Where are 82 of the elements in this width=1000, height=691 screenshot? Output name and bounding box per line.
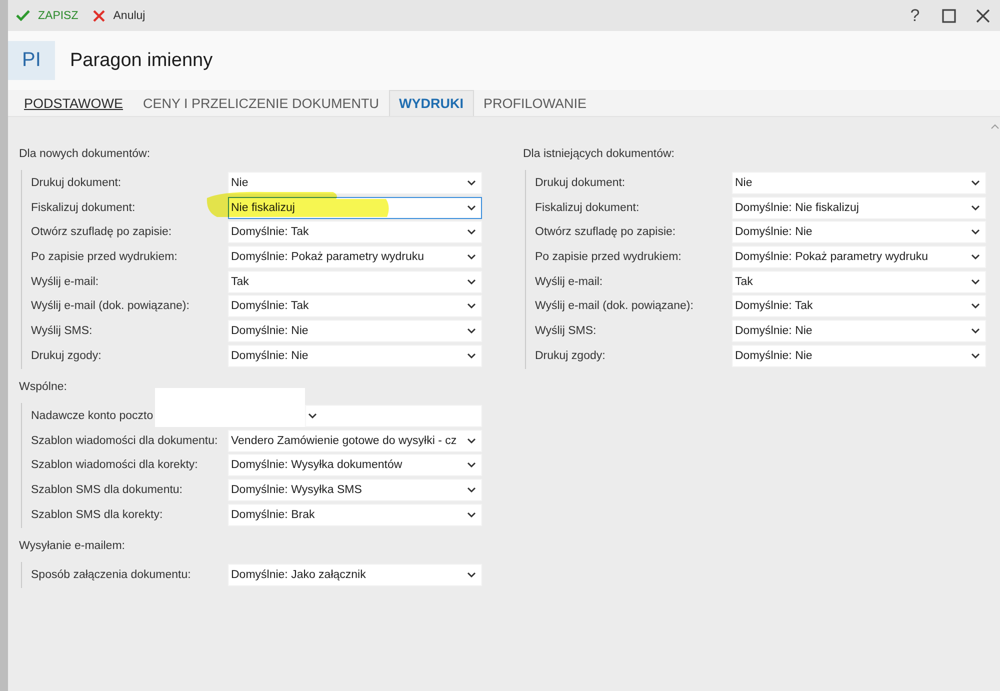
chevron-down-icon [467, 352, 476, 359]
chevron-down-icon [971, 278, 980, 285]
field-label: Po zapisie przed wydrukiem: [31, 251, 178, 264]
help-button[interactable]: ? [898, 2, 932, 28]
field-label: Wyślij e-mail (dok. powiązane): [31, 300, 190, 312]
dropdown-field[interactable]: Tak [732, 270, 986, 293]
section-title: Wysyłanie e-mailem: [19, 538, 126, 553]
tab[interactable]: CENY I PRZELICZENIE DOKUMENTU [133, 90, 390, 116]
field-label: Wyślij e-mail: [31, 276, 99, 288]
chevron-down-icon [308, 412, 317, 419]
dropdown-field[interactable]: Domyślnie: Tak [228, 295, 482, 318]
dropdown-field[interactable]: Domyślnie: Wysyłka dokumentów [228, 454, 482, 476]
chevron-down-icon [467, 328, 476, 334]
dropdown-field[interactable]: Tak [228, 270, 482, 293]
field-label: Szablon wiadomości dla dokumentu: [31, 434, 218, 446]
chevron-down-icon [971, 180, 980, 186]
field-label: Otwórz szufladę po zapisie: [535, 226, 676, 238]
dropdown-field[interactable]: Domyślnie: Wysyłka SMS [228, 478, 482, 501]
dropdown-field[interactable]: Domyślnie: Pokaż parametry wydruku [732, 246, 986, 268]
field-label: Po zapisie przed wydrukiem: [535, 251, 682, 264]
chevron-down-icon [467, 462, 476, 468]
field-label: Wyślij SMS: [31, 325, 92, 338]
field-label: Drukuj zgody: [535, 350, 606, 362]
field-label: Wyślij e-mail (dok. powiązane): [535, 300, 694, 312]
dropdown-field[interactable]: Domyślnie: Jako załącznik [228, 564, 482, 586]
chevron-down-icon [467, 180, 476, 186]
chevron-down-icon [971, 303, 980, 310]
field-label: Szablon SMS dla dokumentu: [31, 484, 183, 496]
dropdown-field[interactable]: Domyślnie: Nie [732, 320, 986, 342]
chevron-down-icon [467, 254, 476, 260]
tab[interactable]: WYDRUKI [389, 90, 474, 116]
chevron-down-icon [467, 303, 476, 310]
dropdown-field[interactable]: Nie [732, 172, 986, 194]
field-label: Wyślij e-mail: [535, 276, 603, 288]
tab[interactable]: PROFILOWANIE [474, 90, 597, 116]
tab[interactable]: PODSTAWOWE [14, 90, 133, 116]
dropdown-field[interactable]: Domyślnie: Nie [228, 320, 482, 342]
dropdown-field[interactable]: Domyślnie: Nie [732, 221, 986, 244]
chevron-down-icon [467, 204, 476, 211]
chevron-down-icon [971, 229, 980, 236]
close-icon [976, 8, 990, 22]
field-label: Sposób załączenia dokumentu: [31, 568, 191, 581]
field-label: Drukuj zgody: [31, 350, 102, 362]
chevron-down-icon [467, 278, 476, 285]
dropdown-field[interactable]: Domyślnie: Brak [228, 504, 482, 526]
field-label: Otwórz szufladę po zapisie: [31, 226, 172, 238]
chevron-down-icon [467, 229, 476, 236]
dropdown-field[interactable]: Vendero Zamówienie gotowe do wysyłki - cz [228, 430, 482, 452]
field-label: Fiskalizuj dokument: [31, 202, 136, 214]
maximize-icon [942, 8, 956, 22]
dropdown-field[interactable] [305, 404, 482, 427]
dropdown-field[interactable]: Domyślnie: Nie [732, 344, 986, 367]
check-icon [16, 10, 30, 21]
dropdown-field[interactable]: Domyślnie: Tak [228, 221, 482, 244]
chevron-down-icon [971, 254, 980, 260]
dropdown-field[interactable]: Domyślnie: Pokaż parametry wydruku [228, 246, 482, 268]
field-label: Nadawcze konto poczto [31, 410, 154, 422]
field-label: Drukuj dokument: [31, 177, 122, 189]
field-label: Wyślij SMS: [535, 325, 596, 338]
section-title: Wspólne: [19, 380, 68, 394]
dropdown-field[interactable]: Domyślnie: Tak [732, 295, 986, 318]
field-label: Drukuj dokument: [535, 177, 626, 189]
field-label: Szablon wiadomości dla korekty: [31, 459, 198, 472]
chevron-down-icon [971, 204, 980, 211]
dropdown-field[interactable]: Nie [228, 172, 482, 194]
chevron-down-icon [467, 572, 476, 578]
cancel-button[interactable]: Anuluj [92, 4, 154, 28]
chevron-down-icon [467, 512, 476, 518]
document-type-badge: PI [8, 41, 55, 80]
dropdown-field[interactable]: Domyślnie: Nie [228, 344, 482, 367]
document-title: Paragon imienny [70, 50, 213, 72]
chevron-down-icon [467, 486, 476, 493]
field-label: Fiskalizuj dokument: [535, 202, 640, 214]
chevron-down-icon [467, 438, 476, 444]
chevron-down-icon [971, 328, 980, 334]
chevron-down-icon [971, 352, 980, 359]
close-icon [93, 10, 106, 22]
section-title: Dla nowych dokumentów: [19, 147, 152, 161]
section-title: Dla istniejących dokumentów: [523, 147, 676, 161]
dropdown-field[interactable]: Domyślnie: Nie fiskalizuj [732, 196, 986, 219]
save-button[interactable]: ZAPISZ [15, 4, 86, 28]
field-label: Szablon SMS dla korekty: [31, 508, 163, 521]
